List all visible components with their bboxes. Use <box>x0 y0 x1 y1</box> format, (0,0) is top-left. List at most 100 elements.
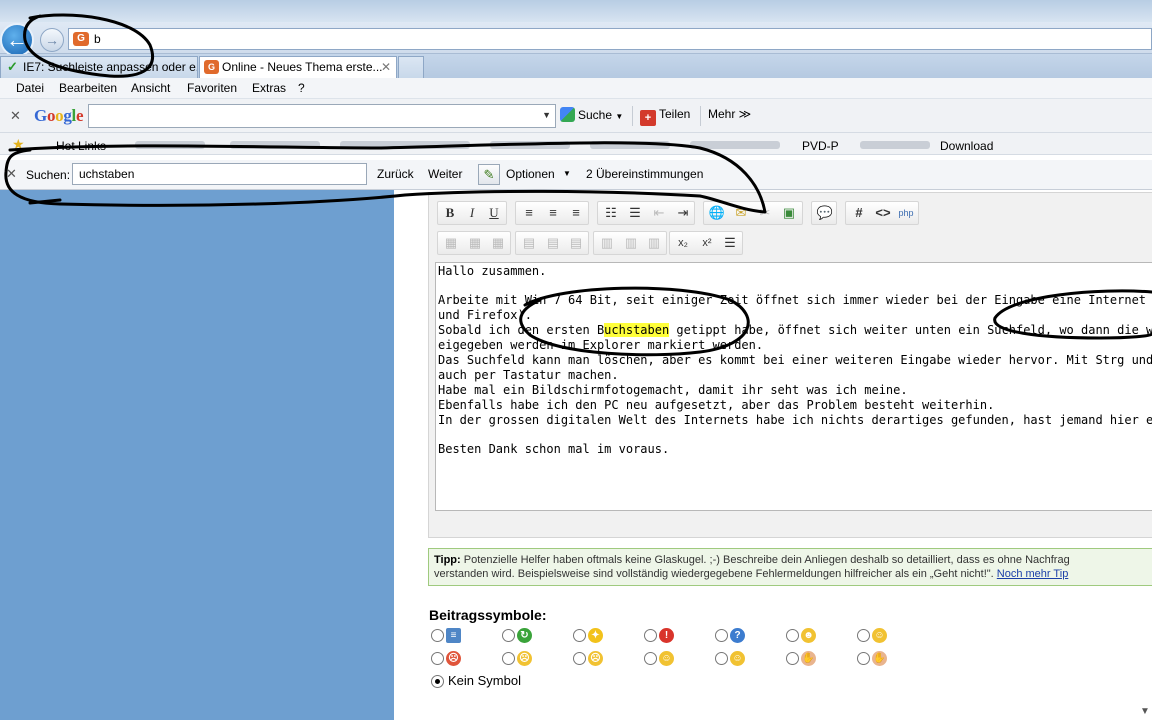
dropdown-arrow-icon[interactable]: ▼ <box>563 169 571 178</box>
toolbar-separator <box>700 106 701 126</box>
highlight-pen-icon[interactable]: ✎ <box>478 164 500 185</box>
site-favicon-icon: G <box>73 32 89 46</box>
radio-button[interactable] <box>786 652 799 665</box>
radio-button[interactable] <box>857 629 870 642</box>
radio-selected[interactable] <box>431 675 444 688</box>
align-left-icon[interactable]: ≡ <box>518 202 540 224</box>
col-delete-icon[interactable]: ▥ <box>643 232 665 254</box>
outdent-icon[interactable]: ⇤ <box>648 202 670 224</box>
obscured-link[interactable] <box>590 141 670 149</box>
menu-bearbeiten[interactable]: Bearbeiten <box>59 81 117 95</box>
google-suche-button[interactable]: Suche ▼ <box>560 107 623 122</box>
link-icon[interactable]: 🌐 <box>706 202 728 224</box>
radio-button[interactable] <box>715 652 728 665</box>
radio-button[interactable] <box>431 652 444 665</box>
link-hot-links[interactable]: Hot Links <box>56 139 106 153</box>
close-tab-icon[interactable]: ✕ <box>381 57 391 77</box>
quote-icon[interactable]: 💬 <box>814 202 836 224</box>
table-icon[interactable]: ▦ <box>440 232 462 254</box>
superscript-icon[interactable]: x² <box>696 232 718 254</box>
radio-button[interactable] <box>502 652 515 665</box>
link-download[interactable]: Download <box>940 139 993 153</box>
editor-line: Arbeite mit Win 7 64 Bit, seit einiger Z… <box>438 293 1147 307</box>
row-delete-icon[interactable]: ▤ <box>565 232 587 254</box>
bold-icon[interactable]: B <box>439 202 461 224</box>
link-pvd[interactable]: PVD-P <box>802 139 839 153</box>
code-icon[interactable]: <> <box>872 202 894 224</box>
radio-button[interactable] <box>857 652 870 665</box>
hash-icon[interactable]: # <box>848 202 870 224</box>
obscured-link[interactable] <box>490 141 570 149</box>
editor-line: Besten Dank schon mal im voraus. <box>438 442 670 456</box>
find-input[interactable]: uchstaben <box>72 163 367 185</box>
col-before-icon[interactable]: ▥ <box>596 232 618 254</box>
radio-button[interactable] <box>644 652 657 665</box>
tab-ie7-suchleiste[interactable]: ✓ IE7: Suchleiste anpassen oder e... <box>0 56 198 78</box>
obscured-link[interactable] <box>135 141 205 149</box>
find-previous-button[interactable]: Zurück <box>377 167 414 181</box>
menu-extras[interactable]: Extras <box>252 81 286 95</box>
tip-more-link[interactable]: Noch mehr Tip <box>997 568 1069 580</box>
arrow-icon: ↻ <box>517 628 532 643</box>
radio-button[interactable] <box>715 629 728 642</box>
horizontal-rule-icon[interactable]: ☰ <box>719 232 741 254</box>
toolbar-group: 🌐 ✉ ✂ ▣ <box>703 201 803 225</box>
table-delete-icon[interactable]: ▦ <box>487 232 509 254</box>
lightbulb-icon: ✦ <box>588 628 603 643</box>
google-search-input[interactable]: ▼ <box>88 104 556 128</box>
radio-button[interactable] <box>573 652 586 665</box>
dropdown-arrow-icon[interactable]: ▼ <box>542 110 551 120</box>
subscript-icon[interactable]: x₂ <box>672 232 694 254</box>
table-props-icon[interactable]: ▦ <box>464 232 486 254</box>
radio-button[interactable] <box>502 629 515 642</box>
scroll-arrow-icon[interactable]: ▼ <box>1140 706 1150 717</box>
underline-icon[interactable]: U <box>483 202 505 224</box>
close-find-icon[interactable]: ✕ <box>6 166 17 182</box>
find-next-button[interactable]: Weiter <box>428 167 462 181</box>
menu-datei[interactable]: Datei <box>16 81 44 95</box>
favorites-star-icon[interactable]: ★ <box>12 136 25 153</box>
google-teilen-button[interactable]: + Teilen <box>640 107 690 126</box>
unordered-list-icon[interactable]: ☰ <box>624 202 646 224</box>
google-mehr-button[interactable]: Mehr ≫ <box>708 107 751 121</box>
grin-icon: ☺ <box>730 651 745 666</box>
align-center-icon[interactable]: ≡ <box>542 202 564 224</box>
editor-line: Das Suchfeld kann man löschen, aber es k… <box>438 353 1152 367</box>
radio-button[interactable] <box>573 629 586 642</box>
indent-icon[interactable]: ⇥ <box>672 202 694 224</box>
unlink-icon[interactable]: ✂ <box>754 202 776 224</box>
find-label: Suchen: <box>26 168 71 182</box>
ordered-list-icon[interactable]: ☷ <box>600 202 622 224</box>
find-highlight: uchstaben <box>604 323 670 337</box>
new-tab-button[interactable] <box>398 56 424 78</box>
tab-neues-thema[interactable]: G Online - Neues Thema erste... ✕ <box>199 56 397 78</box>
post-icons-title: Beitragssymbole: <box>429 607 547 623</box>
menu-favoriten[interactable]: Favoriten <box>187 81 237 95</box>
radio-button[interactable] <box>644 629 657 642</box>
menu-help[interactable]: ? <box>298 81 305 95</box>
thumbs-down-icon: ✋ <box>801 651 816 666</box>
row-after-icon[interactable]: ▤ <box>542 232 564 254</box>
align-right-icon[interactable]: ≡ <box>565 202 587 224</box>
back-button[interactable]: ← <box>0 23 34 57</box>
smile-icon: ☺ <box>872 628 887 643</box>
obscured-link[interactable] <box>690 141 780 149</box>
address-bar[interactable]: G b <box>68 28 1152 50</box>
message-editor[interactable]: Hallo zusammen. Arbeite mit Win 7 64 Bit… <box>435 262 1152 511</box>
php-icon[interactable]: php <box>895 202 917 224</box>
obscured-link[interactable] <box>230 141 320 149</box>
obscured-link[interactable] <box>860 141 930 149</box>
row-insert-icon[interactable]: ▤ <box>518 232 540 254</box>
radio-button[interactable] <box>431 629 444 642</box>
obscured-link[interactable] <box>340 141 470 149</box>
exclamation-icon: ! <box>659 628 674 643</box>
image-icon[interactable]: ▣ <box>778 202 800 224</box>
close-toolbar-icon[interactable]: ✕ <box>10 108 21 124</box>
email-icon[interactable]: ✉ <box>730 202 752 224</box>
find-options-button[interactable]: Optionen <box>506 167 555 181</box>
radio-button[interactable] <box>786 629 799 642</box>
forward-button[interactable]: → <box>40 28 64 52</box>
col-after-icon[interactable]: ▥ <box>620 232 642 254</box>
italic-icon[interactable]: I <box>461 202 483 224</box>
menu-ansicht[interactable]: Ansicht <box>131 81 170 95</box>
